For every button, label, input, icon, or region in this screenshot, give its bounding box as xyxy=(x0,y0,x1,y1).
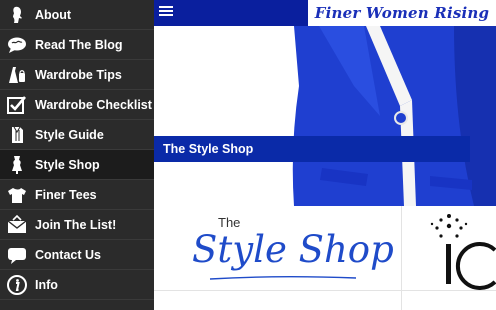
checkbox-icon xyxy=(6,94,28,116)
sidebar-item-label: Style Guide xyxy=(35,127,104,142)
sidebar-item-about[interactable]: About xyxy=(0,0,154,30)
sparkle-icon xyxy=(430,214,496,290)
sidebar-item-style-shop[interactable]: Style Shop xyxy=(0,150,154,180)
second-card[interactable]: IC xyxy=(403,206,496,310)
sidebar-item-info[interactable]: Info xyxy=(0,270,154,300)
sidebar-item-label: Info xyxy=(35,277,58,292)
speech-bubble-icon xyxy=(6,34,28,56)
sidebar-item-label: Finer Tees xyxy=(35,187,97,202)
sidebar-item-join-the-list[interactable]: Join The List! xyxy=(0,210,154,240)
sidebar-item-finer-tees[interactable]: Finer Tees xyxy=(0,180,154,210)
sidebar-item-label: Wardrobe Tips xyxy=(35,67,122,82)
info-icon xyxy=(6,274,28,296)
brand-header: Finer Women Rising xyxy=(308,0,496,26)
sidebar-item-label: Join The List! xyxy=(35,217,117,232)
logo-style-shop-text: Style Shop xyxy=(192,228,394,271)
sidebar-item-label: Style Shop xyxy=(35,157,100,172)
chat-bubble-icon xyxy=(6,244,28,266)
sidebar-item-contact-us[interactable]: Contact Us xyxy=(0,240,154,270)
tshirt-icon xyxy=(6,184,28,206)
sidebar-item-label: About xyxy=(35,7,72,22)
sidebar-item-read-the-blog[interactable]: Read The Blog xyxy=(0,30,154,60)
brand-title: Finer Women Rising xyxy=(314,4,490,22)
sidebar-item-label: Contact Us xyxy=(35,247,101,262)
envelope-icon xyxy=(6,214,28,236)
blue-blazer-image xyxy=(292,26,496,206)
sidebar-item-label: Wardrobe Checklist xyxy=(35,97,152,112)
dress-icon xyxy=(6,64,28,86)
sidebar-item-label: Read The Blog xyxy=(35,37,123,52)
main-content: Finer Women Rising The Style Shop The St… xyxy=(154,0,496,310)
divider xyxy=(154,290,496,291)
hero-banner: The Style Shop xyxy=(154,136,470,162)
book-icon xyxy=(6,124,28,146)
sidebar-item-wardrobe-checklist[interactable]: Wardrobe Checklist xyxy=(0,90,154,120)
logo-swash xyxy=(209,276,357,280)
style-shop-card[interactable]: The Style Shop xyxy=(154,206,402,310)
sidebar-item-style-guide[interactable]: Style Guide xyxy=(0,120,154,150)
hero-banner-title: The Style Shop xyxy=(163,142,254,156)
hamburger-icon[interactable] xyxy=(159,6,173,19)
top-bar: Finer Women Rising xyxy=(154,0,496,26)
woman-silhouette-icon xyxy=(6,4,28,26)
dress-form-icon xyxy=(6,154,28,176)
hero-image[interactable]: The Style Shop xyxy=(154,26,496,206)
shop-cards: The Style Shop IC xyxy=(154,206,496,310)
sidebar-item-wardrobe-tips[interactable]: Wardrobe Tips xyxy=(0,60,154,90)
sidebar-menu: About Read The Blog Wardrobe Tips Wardro… xyxy=(0,0,154,310)
